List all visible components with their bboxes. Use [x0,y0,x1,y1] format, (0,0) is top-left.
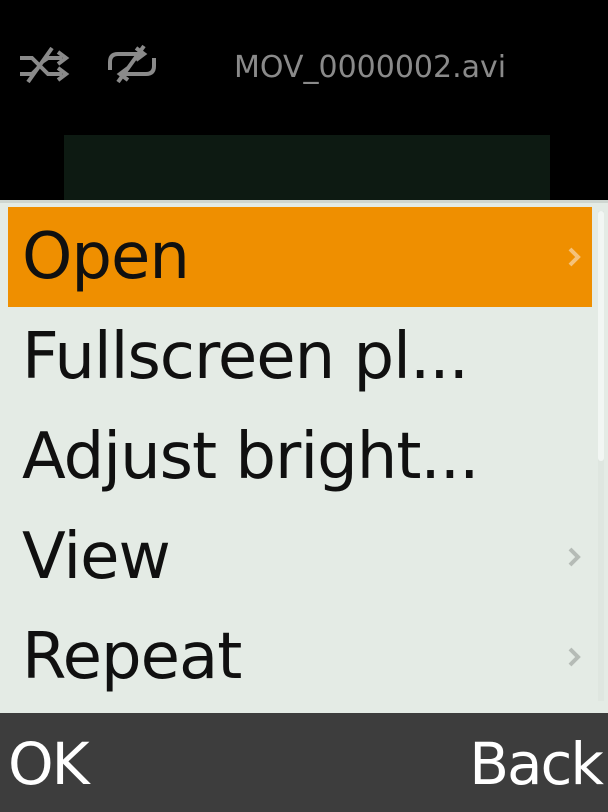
menu-item-label: Open [22,220,189,294]
menu-item-label: Adjust bright... [22,420,479,494]
scrollbar-thumb[interactable] [598,211,604,461]
options-menu: Open Fullscreen pl... Adjust bright... V… [0,200,608,713]
ok-softkey[interactable]: OK [8,729,90,799]
shuffle-off-icon [18,44,74,84]
menu-item-label: Fullscreen pl... [22,320,468,394]
scrollbar[interactable] [598,211,604,701]
softkey-bar: OK Back [0,713,608,812]
menu-item-label: Repeat [22,620,242,694]
chevron-right-icon [568,247,581,267]
menu-item-view[interactable]: View [8,507,592,607]
repeat-off-icon [104,44,160,84]
file-name: MOV_0000002.avi [234,50,507,85]
menu-list: Open Fullscreen pl... Adjust bright... V… [8,207,592,707]
media-player-screen: MOV_0000002.avi Open Fullscreen pl... Ad… [0,0,608,812]
menu-item-repeat[interactable]: Repeat [8,607,592,707]
menu-item-open[interactable]: Open [8,207,592,307]
chevron-right-icon [568,547,581,567]
menu-item-fullscreen-play[interactable]: Fullscreen pl... [8,307,592,407]
chevron-right-icon [568,647,581,667]
menu-item-adjust-brightness[interactable]: Adjust bright... [8,407,592,507]
video-preview [64,135,550,200]
back-softkey[interactable]: Back [469,729,604,799]
menu-item-label: View [22,520,170,594]
header-bar: MOV_0000002.avi [0,0,608,135]
